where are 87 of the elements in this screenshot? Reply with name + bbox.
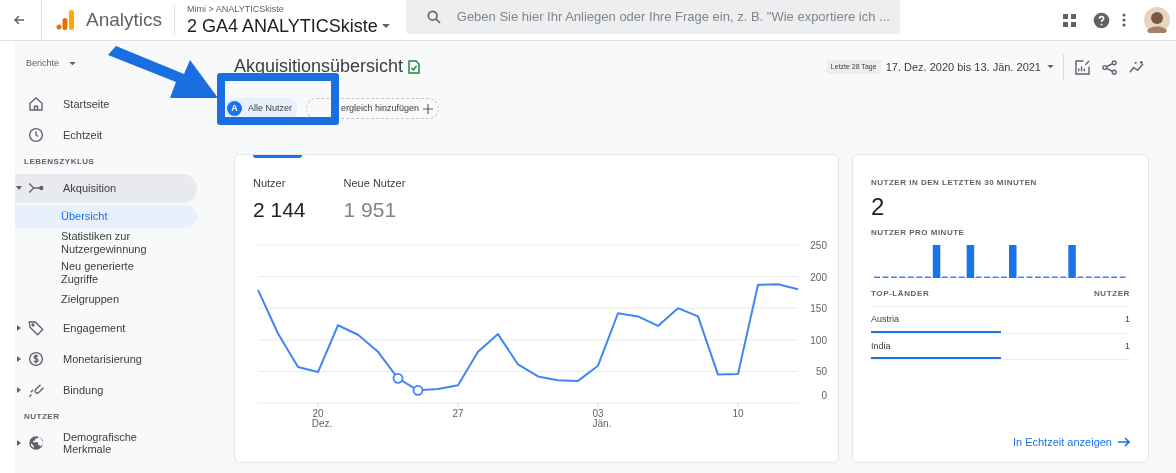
caret-icon[interactable] bbox=[16, 387, 22, 393]
date-range-selector[interactable]: 17. Dez. 2020 bis 13. Jän. 2021 bbox=[885, 58, 1054, 76]
section-heading: NUTZER bbox=[24, 410, 61, 423]
axis-label: 10 bbox=[732, 408, 744, 419]
user-count: 1 bbox=[1125, 313, 1130, 326]
data-point-marker bbox=[392, 372, 404, 384]
axis-label: 0 bbox=[821, 390, 827, 401]
globe-icon bbox=[27, 434, 45, 452]
nav-item[interactable]: Startseite bbox=[15, 89, 197, 119]
nav-item[interactable]: Akquisition bbox=[15, 173, 197, 203]
caret-icon[interactable] bbox=[16, 185, 22, 191]
realtime-link[interactable]: In Echtzeit anzeigen bbox=[1012, 433, 1130, 450]
metric-value: 1 951 bbox=[343, 196, 398, 223]
nav-item[interactable]: Engagement bbox=[15, 313, 197, 343]
axis-label: 50 bbox=[815, 366, 827, 378]
minute-bar bbox=[1009, 245, 1017, 278]
nav-label: Engagement bbox=[63, 322, 127, 334]
data-point-marker bbox=[412, 384, 424, 396]
account-breadcrumb[interactable]: Mimi > ANALYTICSkiste bbox=[187, 5, 390, 14]
axis-label: 150 bbox=[810, 303, 827, 315]
edit-report-icon[interactable] bbox=[1075, 59, 1090, 75]
reports-dropdown[interactable]: Berichte bbox=[26, 57, 77, 71]
back-arrow-icon[interactable] bbox=[13, 14, 25, 26]
nav-label: Bindung bbox=[63, 384, 105, 396]
share-icon[interactable] bbox=[1102, 59, 1117, 75]
column-header: NUTZER bbox=[1093, 288, 1130, 300]
nav-label: Demografische Merkmale bbox=[63, 431, 138, 455]
apps-grid-icon[interactable] bbox=[1063, 13, 1076, 27]
nav-item[interactable]: Echtzeit bbox=[15, 120, 197, 150]
analytics-logo-icon bbox=[56, 10, 74, 30]
axis-label: 03 Jän. bbox=[592, 408, 612, 429]
metric-tab[interactable]: Neue Nutzer 1 951 bbox=[343, 155, 406, 225]
insights-icon[interactable] bbox=[1129, 59, 1146, 75]
segment-badge: A bbox=[227, 101, 242, 116]
country-name: India bbox=[871, 339, 891, 353]
page-title: Akquisitionsübersicht bbox=[234, 55, 404, 78]
search-field[interactable]: Geben Sie hier Ihr Anliegen oder Ihre Frage ein, z. B. "Wie exportiere ich ... bbox=[405, 0, 900, 34]
plus-icon bbox=[423, 103, 434, 114]
home-icon bbox=[27, 95, 45, 113]
metric-value: 2 144 bbox=[253, 196, 306, 223]
column-header: TOP-LÄNDER bbox=[871, 288, 930, 300]
metric-tab[interactable]: Nutzer 2 144 bbox=[253, 155, 306, 225]
axis-label: 27 bbox=[452, 408, 464, 419]
axis-label: 20 Dez. bbox=[311, 408, 333, 429]
nav-item[interactable]: Bindung bbox=[15, 375, 197, 405]
more-vertical-icon[interactable] bbox=[1122, 13, 1126, 27]
nav-label: Monetarisierung bbox=[63, 353, 143, 365]
verified-report-icon bbox=[408, 59, 421, 74]
axis-label: 200 bbox=[810, 271, 827, 283]
nav-label: Echtzeit bbox=[63, 129, 104, 141]
arrow-right-icon bbox=[1118, 436, 1130, 447]
nav-subitem[interactable]: Zielgruppen bbox=[15, 290, 197, 308]
metric-label: Neue Nutzer bbox=[343, 176, 406, 191]
user-count: 1 bbox=[1125, 339, 1130, 353]
metric-label: Nutzer bbox=[253, 176, 287, 191]
property-selector[interactable]: 2 GA4 ANALYTICSkiste bbox=[187, 17, 390, 35]
nav-item[interactable]: Demografische Merkmale bbox=[15, 428, 197, 458]
caret-icon[interactable] bbox=[16, 356, 22, 362]
minute-bar bbox=[932, 245, 941, 278]
dollar-coin-icon bbox=[27, 350, 45, 368]
axis-label: 100 bbox=[810, 334, 827, 346]
nav-label: Akquisition bbox=[63, 182, 118, 194]
card-title: NUTZER IN DEN LETZTEN 30 MINUTEN bbox=[871, 177, 1038, 189]
nav-label: Startseite bbox=[63, 98, 111, 110]
search-input[interactable]: Geben Sie hier Ihr Anliegen oder Ihre Frage ein, z. B. "Wie exportiere ich ... bbox=[456, 7, 900, 27]
dropdown-caret-icon bbox=[69, 61, 77, 66]
nav-item[interactable]: Monetarisierung bbox=[15, 344, 197, 374]
dropdown-caret-icon bbox=[381, 23, 390, 29]
chart-subtitle: NUTZER PRO MINUTE bbox=[871, 227, 966, 239]
help-icon[interactable] bbox=[1093, 11, 1110, 29]
nav-subitem[interactable]: Statistiken zur Nutzergewinnung bbox=[15, 227, 197, 258]
minute-bar bbox=[966, 245, 975, 278]
search-icon bbox=[425, 9, 442, 25]
caret-icon[interactable] bbox=[16, 325, 22, 331]
caret-icon[interactable] bbox=[16, 440, 22, 446]
axis-label: 250 bbox=[810, 240, 827, 251]
minute-bar bbox=[1068, 245, 1076, 278]
clock-icon bbox=[27, 126, 45, 144]
avatar-icon[interactable] bbox=[1144, 7, 1170, 33]
country-name: Austria bbox=[871, 313, 899, 326]
nav-subitem[interactable]: Übersicht bbox=[15, 204, 197, 228]
nav-subitem[interactable]: Neu generierte Zugriffe bbox=[15, 257, 197, 288]
app-name: Analytics bbox=[86, 7, 163, 32]
tag-icon bbox=[27, 319, 45, 337]
realtime-user-count: 2 bbox=[871, 193, 886, 221]
section-heading: LEBENSZYKLUS bbox=[24, 155, 96, 168]
dropdown-caret-icon bbox=[1047, 65, 1054, 69]
